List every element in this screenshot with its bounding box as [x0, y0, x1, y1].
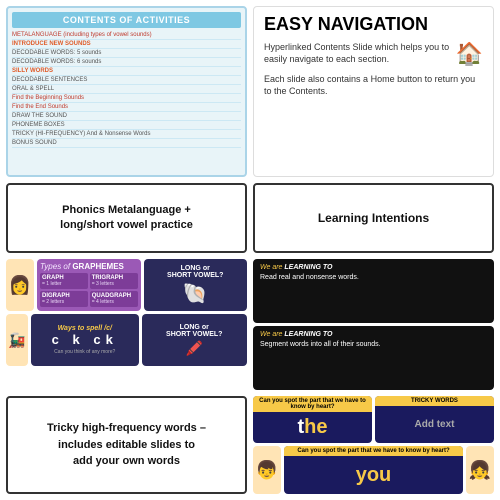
learning-card-1-title: We are LEARNING TO [260, 264, 487, 271]
train-icon: 🚂 [6, 314, 28, 366]
tricky-cards-panel: Can you spot the part that we have to kn… [253, 396, 494, 494]
the-highlight: he [304, 416, 327, 439]
contents-item: Find the Beginning Sounds [12, 94, 241, 103]
ways-spell-letters: c k ck [52, 332, 118, 347]
person-icon: 👩 [6, 259, 34, 311]
ways-spell-title: Ways to spell /c/ [58, 325, 112, 332]
tricky-top-row: Can you spot the part that we have to kn… [253, 396, 494, 444]
graphemes-types-card: 👩 Types of GRAPHEMES GRAPH = 1 letter TR… [6, 259, 247, 311]
learning-card-1-body: Read real and nonsense words. [260, 273, 487, 282]
tricky-card-you-body: you [284, 456, 463, 494]
long-short-title: LONG orSHORT VOWEL? [167, 265, 223, 279]
home-icon: 🏠 [456, 41, 483, 67]
crayon-icon: 🖍️ [186, 340, 203, 357]
easy-nav-title: EASY NAVIGATION [264, 15, 483, 35]
quadgraph-item: QUADGRAPH = 4 letters [90, 291, 138, 307]
learning-panel: Learning Intentions [253, 183, 494, 253]
contents-item: METALANGUAGE (including types of vowel s… [12, 31, 241, 40]
tricky-description: Tricky high-frequency words –includes ed… [47, 420, 206, 470]
ways-spell-hint: Can you think of any more? [54, 349, 115, 355]
learning-title: Learning Intentions [318, 211, 429, 225]
tricky-bottom-row: 👦 Can you spot the part that we have to … [253, 446, 494, 494]
graphemes-grid: GRAPH = 1 letter TRIGRAPH = 3 letters DI… [40, 273, 138, 307]
contents-item: BONUS SOUND [12, 139, 241, 148]
main-container: CONTENTS OF ACTIVITIES METALANGUAGE (inc… [0, 0, 500, 500]
you-word: you [356, 464, 392, 487]
long-short-card-bottom: LONG orSHORT VOWEL? 🖍️ [142, 314, 248, 366]
the-text: t [297, 416, 304, 439]
learning-card-2-body: Segment words into all of their sounds. [260, 340, 487, 349]
girl-icon: 👧 [466, 446, 494, 494]
add-text: Add text [415, 419, 455, 430]
you-text: you [356, 464, 392, 486]
graphemes-content: Types of GRAPHEMES GRAPH = 1 letter TRIG… [37, 259, 141, 311]
digraph-item: DIGRAPH = 2 letters [40, 291, 88, 307]
learning-card-2-title: We are LEARNING TO [260, 331, 487, 338]
tricky-card-you: Can you spot the part that we have to kn… [284, 446, 463, 494]
tricky-card-the-header: Can you spot the part that we have to kn… [253, 396, 372, 412]
learning-cards-panel: We are LEARNING TO Read real and nonsens… [253, 259, 494, 389]
tricky-card-the: Can you spot the part that we have to kn… [253, 396, 372, 444]
phonics-panel: Phonics Metalanguage +long/short vowel p… [6, 183, 247, 253]
contents-item: PHONEME BOXES [12, 121, 241, 130]
contents-item: ORAL & SPELL [12, 85, 241, 94]
learning-card-2: We are LEARNING TO Segment words into al… [253, 326, 494, 390]
contents-item: DRAW THE SOUND [12, 112, 241, 121]
the-word: the [297, 416, 327, 439]
tricky-card-add-body: Add text [375, 406, 494, 444]
trigraph-item: TRIGRAPH = 3 letters [90, 273, 138, 289]
tricky-card-you-header: Can you spot the part that we have to kn… [284, 446, 463, 456]
contents-item: Find the End Sounds [12, 103, 241, 112]
contents-list: METALANGUAGE (including types of vowel s… [12, 31, 241, 148]
graph-item: GRAPH = 1 letter [40, 273, 88, 289]
tricky-card-add-header: TRICKY WORDS [375, 396, 494, 406]
contents-panel: CONTENTS OF ACTIVITIES METALANGUAGE (inc… [6, 6, 247, 177]
shell-icon: 🐚 [183, 281, 208, 306]
learning-card-1: We are LEARNING TO Read real and nonsens… [253, 259, 494, 323]
contents-item: TRICKY (HI-FREQUENCY) And & Nonsense Wor… [12, 130, 241, 139]
phonics-title: Phonics Metalanguage +long/short vowel p… [60, 203, 193, 234]
child-icon: 👦 [253, 446, 281, 494]
long-short-title2: LONG orSHORT VOWEL? [166, 324, 222, 338]
tricky-card-add: TRICKY WORDS Add text [375, 396, 494, 444]
contents-item: SILLY WORDS [12, 67, 241, 76]
contents-title: CONTENTS OF ACTIVITIES [12, 12, 241, 28]
contents-item: DECODABLE SENTENCES [12, 76, 241, 85]
contents-item: DECODABLE WORDS: 6 sounds [12, 58, 241, 67]
contents-item: INTRODUCE NEW SOUNDS [12, 40, 241, 49]
tricky-card-the-body: the [253, 412, 372, 444]
graphemes-section-title: Types of GRAPHEMES [40, 262, 138, 271]
contents-item: DECODABLE WORDS: 5 sounds [12, 49, 241, 58]
ways-spell-row: 🚂 Ways to spell /c/ c k ck Can you think… [6, 314, 247, 366]
easy-nav-text1: Hyperlinked Contents Slide which helps y… [264, 41, 450, 66]
tricky-text-panel: Tricky high-frequency words –includes ed… [6, 396, 247, 494]
long-short-card-top: LONG orSHORT VOWEL? 🐚 [144, 259, 248, 311]
easy-nav-panel: EASY NAVIGATION Hyperlinked Contents Sli… [253, 6, 494, 177]
graphemes-section: 👩 Types of GRAPHEMES GRAPH = 1 letter TR… [6, 259, 247, 389]
ways-spell-card: Ways to spell /c/ c k ck Can you think o… [31, 314, 139, 366]
easy-nav-text2: Each slide also contains a Home button t… [264, 73, 483, 98]
